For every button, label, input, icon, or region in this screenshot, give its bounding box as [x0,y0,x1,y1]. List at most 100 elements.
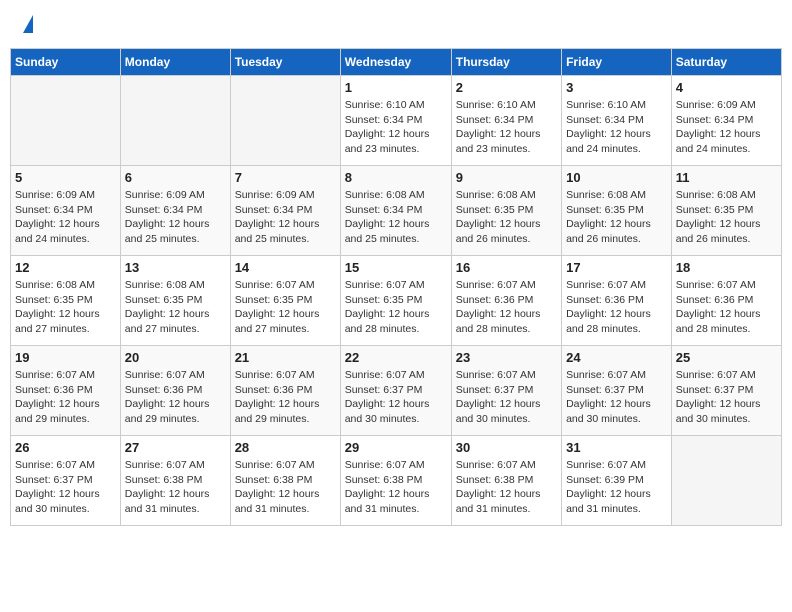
day-info: Sunrise: 6:10 AMSunset: 6:34 PMDaylight:… [456,98,557,157]
day-info: Sunrise: 6:07 AMSunset: 6:38 PMDaylight:… [125,458,226,517]
logo [20,15,33,33]
day-info: Sunrise: 6:07 AMSunset: 6:37 PMDaylight:… [15,458,116,517]
day-number: 28 [235,440,336,455]
calendar-week-2: 5 Sunrise: 6:09 AMSunset: 6:34 PMDaylight… [11,166,782,256]
calendar-cell: 9 Sunrise: 6:08 AMSunset: 6:35 PMDaylight… [451,166,561,256]
calendar-cell: 29 Sunrise: 6:07 AMSunset: 6:38 PMDayligh… [340,436,451,526]
day-info: Sunrise: 6:07 AMSunset: 6:36 PMDaylight:… [456,278,557,337]
calendar-cell: 22 Sunrise: 6:07 AMSunset: 6:37 PMDayligh… [340,346,451,436]
day-number: 20 [125,350,226,365]
day-number: 9 [456,170,557,185]
header-day-tuesday: Tuesday [230,49,340,76]
day-number: 12 [15,260,116,275]
header-day-sunday: Sunday [11,49,121,76]
day-number: 27 [125,440,226,455]
calendar-cell [671,436,781,526]
calendar-week-1: 1 Sunrise: 6:10 AMSunset: 6:34 PMDaylight… [11,76,782,166]
day-number: 23 [456,350,557,365]
day-number: 24 [566,350,667,365]
day-number: 15 [345,260,447,275]
day-number: 5 [15,170,116,185]
day-info: Sunrise: 6:07 AMSunset: 6:38 PMDaylight:… [456,458,557,517]
calendar-cell: 28 Sunrise: 6:07 AMSunset: 6:38 PMDayligh… [230,436,340,526]
calendar-cell [120,76,230,166]
calendar-cell: 27 Sunrise: 6:07 AMSunset: 6:38 PMDayligh… [120,436,230,526]
day-number: 2 [456,80,557,95]
calendar-cell: 17 Sunrise: 6:07 AMSunset: 6:36 PMDayligh… [562,256,672,346]
calendar-cell: 4 Sunrise: 6:09 AMSunset: 6:34 PMDaylight… [671,76,781,166]
day-number: 17 [566,260,667,275]
day-number: 11 [676,170,777,185]
calendar-cell: 15 Sunrise: 6:07 AMSunset: 6:35 PMDayligh… [340,256,451,346]
calendar-cell: 21Sunrise: 6:07 AMSunset: 6:36 PMDayligh… [230,346,340,436]
day-info: Sunrise: 6:07 AMSunset: 6:38 PMDaylight:… [345,458,447,517]
calendar-cell: 11 Sunrise: 6:08 AMSunset: 6:35 PMDayligh… [671,166,781,256]
day-number: 18 [676,260,777,275]
calendar-cell: 5 Sunrise: 6:09 AMSunset: 6:34 PMDaylight… [11,166,121,256]
calendar-cell: 19 Sunrise: 6:07 AMSunset: 6:36 PMDayligh… [11,346,121,436]
day-info: Sunrise: 6:09 AMSunset: 6:34 PMDaylight:… [15,188,116,247]
calendar-cell: 25Sunrise: 6:07 AMSunset: 6:37 PMDayligh… [671,346,781,436]
calendar-cell: 16 Sunrise: 6:07 AMSunset: 6:36 PMDayligh… [451,256,561,346]
day-number: 26 [15,440,116,455]
day-info: Sunrise: 6:09 AMSunset: 6:34 PMDaylight:… [125,188,226,247]
day-number: 30 [456,440,557,455]
day-info: Sunrise: 6:07 AMSunset: 6:35 PMDaylight:… [345,278,447,337]
calendar-cell: 18 Sunrise: 6:07 AMSunset: 6:36 PMDayligh… [671,256,781,346]
day-info: Sunrise: 6:08 AMSunset: 6:35 PMDaylight:… [125,278,226,337]
header-day-wednesday: Wednesday [340,49,451,76]
day-info: Sunrise: 6:08 AMSunset: 6:35 PMDaylight:… [456,188,557,247]
day-info: Sunrise: 6:10 AMSunset: 6:34 PMDaylight:… [566,98,667,157]
calendar-cell: 7 Sunrise: 6:09 AMSunset: 6:34 PMDaylight… [230,166,340,256]
header-row: SundayMondayTuesdayWednesdayThursdayFrid… [11,49,782,76]
day-number: 7 [235,170,336,185]
day-info: Sunrise: 6:08 AMSunset: 6:35 PMDaylight:… [676,188,777,247]
day-info: Sunrise: 6:07 AMSunset: 6:35 PMDaylight:… [235,278,336,337]
day-info: Sunrise: 6:07 AMSunset: 6:37 PMDaylight:… [566,368,667,427]
header-day-friday: Friday [562,49,672,76]
calendar-table: SundayMondayTuesdayWednesdayThursdayFrid… [10,48,782,526]
header-day-thursday: Thursday [451,49,561,76]
calendar-cell: 2 Sunrise: 6:10 AMSunset: 6:34 PMDaylight… [451,76,561,166]
header-day-monday: Monday [120,49,230,76]
calendar-cell [11,76,121,166]
calendar-cell: 6 Sunrise: 6:09 AMSunset: 6:34 PMDaylight… [120,166,230,256]
day-number: 1 [345,80,447,95]
day-info: Sunrise: 6:08 AMSunset: 6:34 PMDaylight:… [345,188,447,247]
day-info: Sunrise: 6:07 AMSunset: 6:38 PMDaylight:… [235,458,336,517]
day-number: 16 [456,260,557,275]
calendar-cell: 13 Sunrise: 6:08 AMSunset: 6:35 PMDayligh… [120,256,230,346]
calendar-cell: 14Sunrise: 6:07 AMSunset: 6:35 PMDayligh… [230,256,340,346]
day-info: Sunrise: 6:10 AMSunset: 6:34 PMDaylight:… [345,98,447,157]
calendar-week-3: 12 Sunrise: 6:08 AMSunset: 6:35 PMDayligh… [11,256,782,346]
day-info: Sunrise: 6:08 AMSunset: 6:35 PMDaylight:… [566,188,667,247]
day-number: 22 [345,350,447,365]
day-info: Sunrise: 6:09 AMSunset: 6:34 PMDaylight:… [235,188,336,247]
day-number: 6 [125,170,226,185]
day-number: 29 [345,440,447,455]
day-info: Sunrise: 6:07 AMSunset: 6:36 PMDaylight:… [566,278,667,337]
day-number: 19 [15,350,116,365]
calendar-cell: 31Sunrise: 6:07 AMSunset: 6:39 PMDayligh… [562,436,672,526]
day-number: 4 [676,80,777,95]
day-info: Sunrise: 6:09 AMSunset: 6:34 PMDaylight:… [676,98,777,157]
calendar-cell: 12Sunrise: 6:08 AMSunset: 6:35 PMDayligh… [11,256,121,346]
calendar-cell: 10Sunrise: 6:08 AMSunset: 6:35 PMDayligh… [562,166,672,256]
logo-triangle-icon [23,15,33,33]
calendar-cell: 24 Sunrise: 6:07 AMSunset: 6:37 PMDayligh… [562,346,672,436]
calendar-header: SundayMondayTuesdayWednesdayThursdayFrid… [11,49,782,76]
day-info: Sunrise: 6:07 AMSunset: 6:36 PMDaylight:… [235,368,336,427]
day-info: Sunrise: 6:07 AMSunset: 6:36 PMDaylight:… [125,368,226,427]
day-info: Sunrise: 6:07 AMSunset: 6:36 PMDaylight:… [15,368,116,427]
day-info: Sunrise: 6:07 AMSunset: 6:37 PMDaylight:… [345,368,447,427]
calendar-cell: 30 Sunrise: 6:07 AMSunset: 6:38 PMDayligh… [451,436,561,526]
day-info: Sunrise: 6:07 AMSunset: 6:36 PMDaylight:… [676,278,777,337]
calendar-cell: 3 Sunrise: 6:10 AMSunset: 6:34 PMDaylight… [562,76,672,166]
day-number: 8 [345,170,447,185]
day-info: Sunrise: 6:07 AMSunset: 6:37 PMDaylight:… [456,368,557,427]
page-header [10,10,782,38]
day-number: 13 [125,260,226,275]
day-number: 3 [566,80,667,95]
calendar-cell: 8 Sunrise: 6:08 AMSunset: 6:34 PMDaylight… [340,166,451,256]
calendar-week-4: 19 Sunrise: 6:07 AMSunset: 6:36 PMDayligh… [11,346,782,436]
